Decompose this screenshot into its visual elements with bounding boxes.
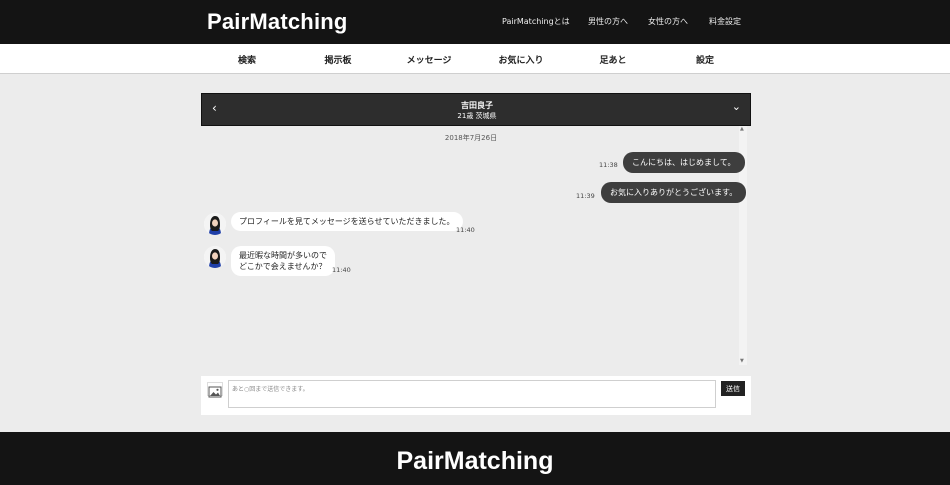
chevron-down-icon[interactable]: ⌄: [732, 100, 741, 113]
menu-item-settings[interactable]: 設定: [659, 53, 751, 66]
scroll-up-icon[interactable]: ▲: [740, 126, 744, 132]
message-line: 最近暇な時間が多いので: [239, 251, 327, 260]
menu-item-board[interactable]: 掲示板: [292, 53, 384, 66]
message-line: どこかで会えませんか？: [239, 262, 327, 271]
top-header: PairMatching PairMatchingとは 男性の方へ 女性の方へ …: [0, 0, 950, 44]
main-menu: 検索 掲示板 メッセージ お気に入り 足あと 設定: [0, 44, 950, 74]
partner-avatar[interactable]: [204, 246, 226, 268]
message-time: 11:39: [576, 192, 595, 200]
footer: PairMatching: [0, 432, 950, 485]
nav-link-about[interactable]: PairMatchingとは: [502, 16, 570, 27]
menu-item-favorites[interactable]: お気に入り: [475, 53, 567, 66]
partner-name: 吉田良子: [461, 101, 493, 110]
message-bubble-received: プロフィールを見てメッセージを送らせていただきました。: [231, 212, 463, 231]
footer-logo[interactable]: PairMatching: [0, 447, 950, 476]
scroll-down-icon[interactable]: ▼: [740, 358, 744, 364]
menu-item-footprints[interactable]: 足あと: [567, 53, 659, 66]
message-bubble-sent: こんにちは、はじめまして。: [623, 152, 745, 173]
nav-link-pricing[interactable]: 料金設定: [709, 16, 741, 27]
menu-item-messages[interactable]: メッセージ: [383, 53, 475, 66]
partner-avatar[interactable]: [204, 213, 226, 235]
message-time: 11:40: [456, 226, 475, 234]
send-button[interactable]: 送信: [721, 381, 745, 396]
chat-header: ‹ 吉田良子 21歳 茨城県 ⌄: [201, 93, 751, 126]
message-time: 11:40: [332, 266, 351, 274]
nav-link-for-men[interactable]: 男性の方へ: [588, 16, 628, 27]
site-logo[interactable]: PairMatching: [207, 9, 348, 35]
message-composer: 送信: [201, 376, 751, 415]
chat-panel: ‹ 吉田良子 21歳 茨城県 ⌄ ▲ ▼ 2018年7月26日 11:38 こん…: [201, 93, 751, 415]
image-icon[interactable]: [207, 382, 223, 398]
message-list[interactable]: ▲ ▼ 2018年7月26日 11:38 こんにちは、はじめまして。 11:39…: [201, 126, 751, 365]
message-bubble-received: 最近暇な時間が多いので どこかで会えませんか？: [231, 246, 335, 276]
message-time: 11:38: [599, 161, 618, 169]
message-bubble-sent: お気に入りありがとうございます。: [601, 182, 747, 203]
message-input[interactable]: [228, 380, 716, 408]
nav-link-for-women[interactable]: 女性の方へ: [648, 16, 688, 27]
menu-item-search[interactable]: 検索: [201, 53, 293, 66]
date-separator: 2018年7月26日: [444, 134, 498, 142]
partner-info: 21歳 茨城県: [457, 112, 497, 120]
